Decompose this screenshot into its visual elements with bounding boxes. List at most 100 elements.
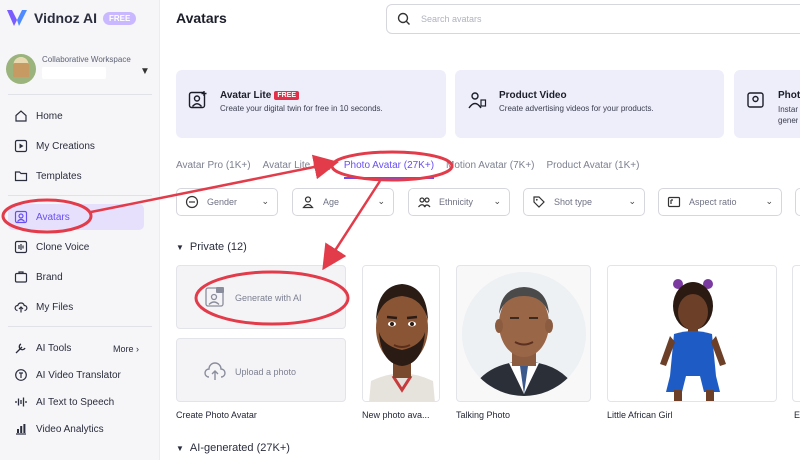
avatar-card-talking-photo[interactable] [456,265,591,402]
filter-label: Age [323,197,340,207]
filter-more[interactable] [795,188,800,216]
chevron-down-icon: ⌄ [765,196,773,206]
section-private[interactable]: ▼ Private (12) [176,241,247,253]
translate-icon [14,368,28,382]
avatar-card-label: New photo ava... [362,410,430,420]
avatar-card-label: Little African Girl [607,410,673,420]
avatar-icon [14,210,28,224]
section-label: Private (12) [189,241,247,253]
sidebar-item-templates[interactable]: Templates [8,163,144,189]
filter-label: Shot type [554,197,593,207]
tools-icon [14,341,28,355]
upload-cloud-icon [204,362,226,380]
section-label: AI-generated (27K+) [189,442,290,454]
avatar-tabs: Avatar Pro (1K+) Avatar Lite (1K) Photo … [176,160,639,171]
promo-avatar-lite[interactable]: Avatar Lite FREE Create your digital twin… [176,70,446,138]
workspace-avatar [6,54,36,84]
cartoon-avatar-image [363,266,439,401]
sidebar-item-ai-video-translator[interactable]: AI Video Translator [8,362,144,388]
avatar-card-partial[interactable] [792,265,800,402]
sidebar-item-video-analytics[interactable]: Video Analytics [8,416,144,442]
promo-title: Product Video [499,90,567,101]
sidebar-item-ai-text-to-speech[interactable]: AI Text to Speech [8,389,144,415]
person-product-icon [468,92,487,109]
promo-photo[interactable]: Photo Instan gener [734,70,800,138]
filter-label: Aspect ratio [689,197,737,207]
workspace-switcher[interactable]: Collaborative Workspace ▼ [6,52,154,86]
promo-title: Photo [778,90,800,101]
sidebar-item-label: AI Video Translator [36,369,121,381]
filter-ethnicity[interactable]: Ethnicity ⌄ [408,188,510,216]
sidebar-item-label: Templates [36,170,82,182]
upload-photo-button[interactable]: Upload a photo [176,338,346,402]
section-ai-generated[interactable]: ▼ AI-generated (27K+) [176,442,290,454]
avatar-card-little-african-girl[interactable] [607,265,777,402]
workspace-name-field [42,67,106,79]
group-icon [418,197,431,208]
home-icon [14,109,28,123]
tab-photo-avatar[interactable]: Photo Avatar (27K+) [344,160,434,171]
tag-icon [533,196,545,208]
avatar-card-label: Talking Photo [456,410,511,420]
avatar-add-icon [188,91,207,109]
photo-icon [747,92,764,108]
chevron-down-icon: ▼ [140,66,150,77]
promo-product-video[interactable]: Product Video Create advertising videos … [455,70,724,138]
sidebar-item-label: Video Analytics [36,423,104,435]
sidebar-item-label: AI Tools [36,342,72,354]
chevron-down-icon: ⌄ [493,196,501,206]
search-input[interactable]: Search avatars [386,4,800,34]
ai-portrait-icon [205,287,224,307]
gender-icon [185,195,199,209]
sidebar-item-home[interactable]: Home [8,103,144,129]
workspace-label: Collaborative Workspace [42,55,131,64]
tab-motion-avatar[interactable]: Motion Avatar (7K+) [446,160,534,171]
search-placeholder: Search avatars [421,14,482,24]
divider [8,326,152,327]
page-title: Avatars [176,10,227,26]
filter-label: Ethnicity [439,197,474,207]
main-content: Avatars Search avatars Avatar Lite FREE C… [160,0,800,460]
divider [8,94,152,95]
logo-text: Vidnoz AI [34,10,97,26]
tab-product-avatar[interactable]: Product Avatar (1K+) [547,160,640,171]
generate-with-ai-button[interactable]: Generate with AI [176,265,346,329]
filter-shot-type[interactable]: Shot type ⌄ [523,188,645,216]
tab-avatar-lite[interactable]: Avatar Lite (1K) [263,160,332,171]
filter-age[interactable]: Age ⌄ [292,188,394,216]
promo-title: Avatar Lite FREE [220,90,299,101]
chart-icon [14,422,28,436]
sidebar-item-label: Avatars [36,211,70,223]
logo[interactable]: Vidnoz AI FREE [6,8,137,28]
caret-down-icon: ▼ [176,443,184,453]
vidnoz-logo-icon [7,10,27,26]
more-link[interactable]: More › [113,344,139,354]
chevron-down-icon: ⌄ [261,196,269,206]
play-square-icon [14,139,28,153]
caret-down-icon: ▼ [176,242,184,252]
divider [8,195,152,196]
tab-avatar-pro[interactable]: Avatar Pro (1K+) [176,160,251,171]
aspect-ratio-icon [667,196,681,208]
free-tag: FREE [274,90,299,100]
more-label: More [112,344,134,354]
active-tab-indicator [344,177,434,179]
filter-gender[interactable]: Gender ⌄ [176,188,278,216]
promo-subtitle: Create your digital twin for free in 10 … [220,104,383,113]
search-icon [397,12,410,25]
sidebar-item-my-files[interactable]: My Files [8,294,144,320]
girl-photo-image [608,266,776,401]
sidebar-item-label: Clone Voice [36,241,90,253]
sidebar-item-my-creations[interactable]: My Creations [8,133,144,159]
chevron-down-icon: ⌄ [628,196,636,206]
waveform-icon [14,395,28,409]
sidebar-item-avatars[interactable]: Avatars [8,204,144,230]
filter-aspect-ratio[interactable]: Aspect ratio ⌄ [658,188,782,216]
sidebar-item-clone-voice[interactable]: Clone Voice [8,234,144,260]
sidebar-item-brand[interactable]: Brand [8,264,144,290]
sidebar-item-label: Home [36,110,63,122]
generate-label: Generate with AI [235,293,302,303]
sidebar-item-label: AI Text to Speech [36,396,115,408]
avatar-card-new-photo[interactable] [362,265,440,402]
chevron-down-icon: ⌄ [377,196,385,206]
